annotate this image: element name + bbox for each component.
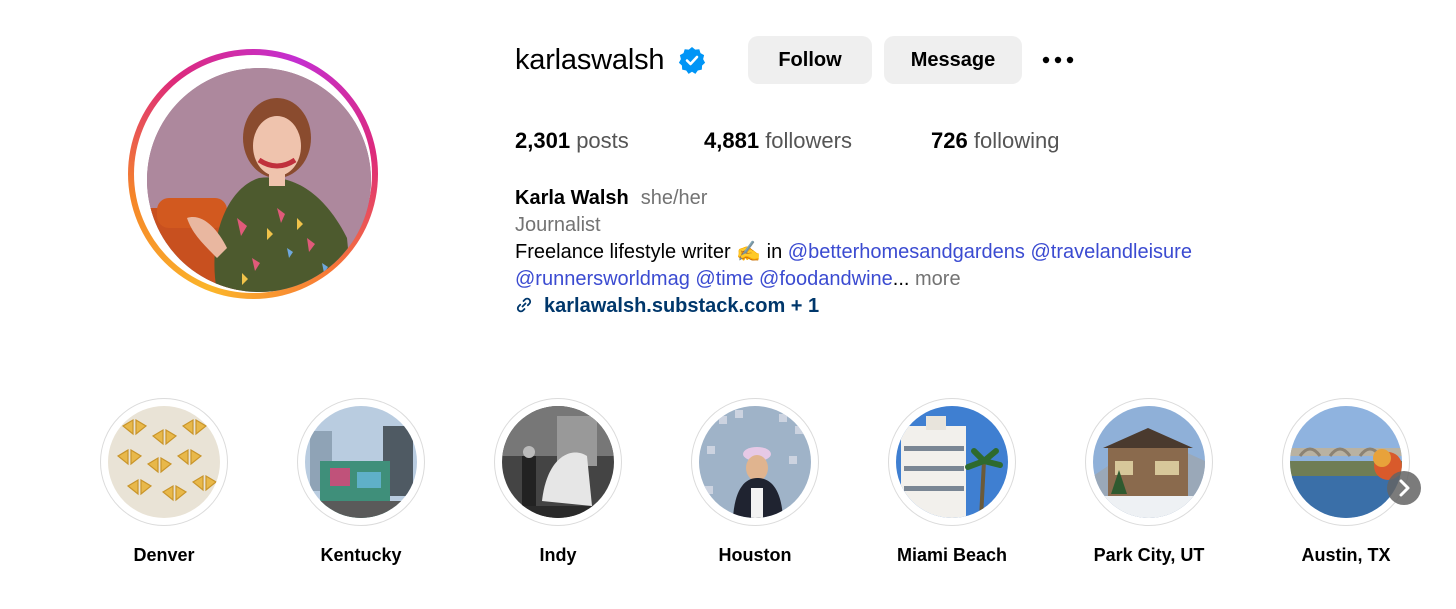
link-icon [516, 297, 532, 313]
profile-username: karlaswalsh [515, 44, 665, 76]
mention-link[interactable]: @foodandwine [759, 268, 893, 290]
followers-number: 4,881 [704, 128, 760, 153]
following-link[interactable]: 726 following [931, 126, 1059, 156]
highlight-ring [297, 398, 425, 526]
message-button[interactable]: Message [884, 36, 1022, 84]
follow-button[interactable]: Follow [748, 36, 872, 84]
highlight-ring [494, 398, 622, 526]
highlight-label: Austin, TX [1301, 545, 1391, 565]
highlight-miami-beach[interactable]: Miami Beach [886, 398, 1018, 566]
bio-line-2: @runnersworldmag @time @foodandwine... m… [515, 266, 961, 293]
highlight-label: Kentucky [320, 545, 402, 565]
bio-more-button[interactable]: more [915, 268, 961, 290]
followers-link[interactable]: 4,881 followers [704, 126, 852, 156]
full-name: Karla Walsh [515, 187, 629, 209]
avatar-gap [134, 55, 372, 293]
highlight-cover [896, 406, 1008, 518]
posts-count: 2,301 posts [515, 126, 629, 156]
bio-ellipsis: ... [892, 268, 910, 290]
highlight-ring [1282, 398, 1410, 526]
highlight-cover [108, 406, 220, 518]
bio-line-1: Freelance lifestyle writer ✍️ in @better… [515, 239, 1192, 266]
highlight-label: Denver [133, 545, 195, 565]
following-number: 726 [931, 128, 968, 153]
highlight-label: Houston [718, 545, 792, 565]
highlight-label: Indy [539, 545, 577, 565]
highlight-cover [502, 406, 614, 518]
posts-number: 2,301 [515, 128, 571, 153]
highlight-ring [100, 398, 228, 526]
highlight-ring [1085, 398, 1213, 526]
highlight-houston[interactable]: Houston [689, 398, 821, 566]
following-label: following [973, 128, 1060, 153]
avatar[interactable] [147, 68, 371, 292]
mention-link[interactable]: @travelandleisure [1030, 241, 1192, 263]
highlight-kentucky[interactable]: Kentucky [295, 398, 427, 566]
bio-text: Freelance lifestyle writer ✍️ in [515, 241, 783, 263]
pronouns: she/her [640, 187, 708, 209]
bio-name-row: Karla Walsh she/her [515, 185, 707, 212]
chevron-right-icon [1399, 479, 1410, 497]
followers-label: followers [765, 128, 852, 153]
highlight-cover [1290, 406, 1402, 518]
more-options-icon[interactable] [1040, 52, 1076, 68]
highlight-denver[interactable]: Denver [98, 398, 230, 566]
profile-avatar-story-ring[interactable] [128, 49, 378, 299]
highlight-park-city[interactable]: Park City, UT [1083, 398, 1215, 566]
highlight-cover [305, 406, 417, 518]
highlight-cover [699, 406, 811, 518]
highlight-label: Miami Beach [896, 545, 1008, 565]
highlight-ring [888, 398, 1016, 526]
highlight-label: Park City, UT [1093, 545, 1205, 565]
posts-label: posts [576, 128, 629, 153]
mention-link[interactable]: @runnersworldmag [515, 268, 690, 290]
mention-link[interactable]: @time [695, 268, 753, 290]
mention-link[interactable]: @betterhomesandgardens [788, 241, 1025, 263]
category-label: Journalist [515, 214, 601, 236]
verified-badge-icon [678, 47, 706, 74]
highlight-ring [691, 398, 819, 526]
avatar-photo [147, 68, 371, 292]
highlight-cover [1093, 406, 1205, 518]
external-link[interactable]: karlawalsh.substack.com + 1 [544, 293, 819, 320]
highlight-indy[interactable]: Indy [492, 398, 624, 566]
highlights-next-button[interactable] [1387, 471, 1421, 505]
